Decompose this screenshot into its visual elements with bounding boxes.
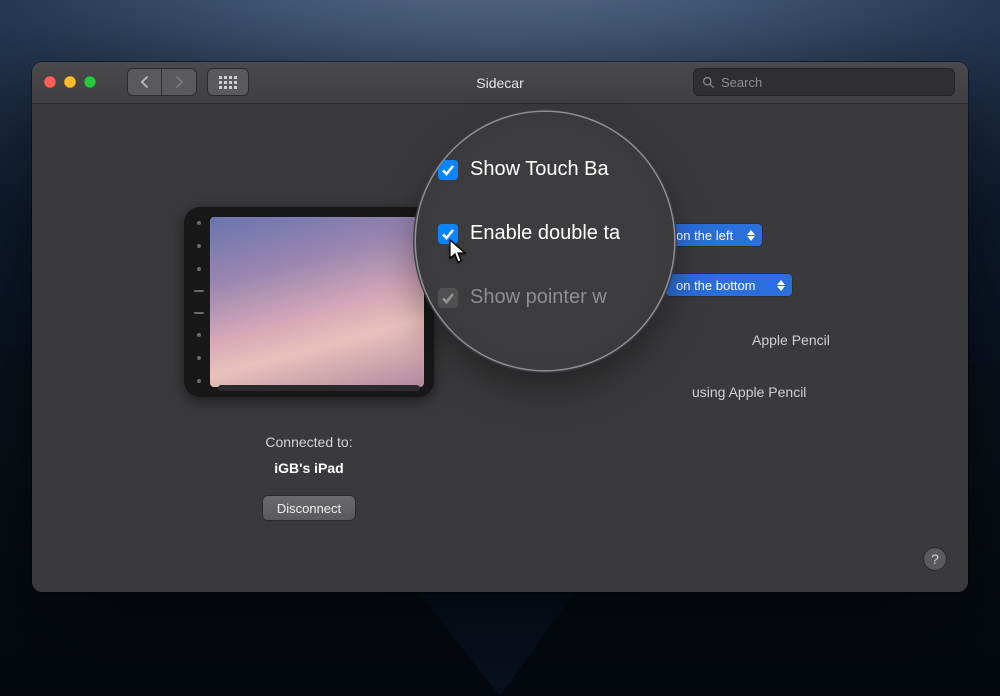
help-button[interactable]: ?: [924, 548, 946, 570]
connection-status: Connected to: iGB's iPad Disconnect: [184, 434, 434, 520]
grid-icon: [219, 76, 237, 89]
minimize-window-button[interactable]: [64, 76, 76, 88]
forward-button[interactable]: [162, 69, 196, 95]
ipad-preview: [184, 207, 434, 397]
chevron-updown-icon: [744, 230, 758, 241]
search-field[interactable]: [694, 69, 954, 95]
show-all-prefs-button[interactable]: [208, 69, 248, 95]
sidebar-position-dropdown[interactable]: on the left: [666, 224, 762, 246]
sidebar-position-value: on the left: [676, 228, 733, 243]
show-touch-bar-label: Show Touch Ba: [470, 158, 609, 181]
connected-to-label: Connected to:: [184, 434, 434, 450]
zoom-window-button[interactable]: [84, 76, 96, 88]
device-name: iGB's iPad: [184, 460, 434, 476]
close-window-button[interactable]: [44, 76, 56, 88]
nav-segmented-control: [128, 69, 196, 95]
show-pointer-option[interactable]: Show pointer w: [438, 286, 664, 309]
using-apple-pencil-text: using Apple Pencil: [692, 384, 806, 400]
checkbox-dimmed[interactable]: [438, 288, 458, 308]
cursor-icon: [448, 238, 468, 264]
titlebar: Sidecar: [32, 62, 968, 104]
show-touch-bar-option[interactable]: Show Touch Ba: [438, 158, 664, 181]
apple-pencil-text: Apple Pencil: [752, 332, 830, 348]
check-icon: [441, 291, 455, 305]
window-controls: [44, 76, 96, 88]
help-icon: ?: [931, 551, 939, 567]
back-button[interactable]: [128, 69, 162, 95]
enable-double-tap-option[interactable]: Enable double ta: [438, 222, 664, 245]
enable-double-tap-label: Enable double ta: [470, 222, 620, 245]
touchbar-position-value: on the bottom: [676, 278, 756, 293]
check-icon: [441, 163, 455, 177]
checkbox-checked[interactable]: [438, 160, 458, 180]
magnifier-lens: Show Touch Ba Enable double ta Show poin…: [416, 112, 674, 370]
search-input[interactable]: [721, 75, 946, 90]
show-pointer-label: Show pointer w: [470, 286, 607, 309]
disconnect-button[interactable]: Disconnect: [263, 496, 355, 520]
chevron-updown-icon: [774, 280, 788, 291]
touchbar-position-dropdown[interactable]: on the bottom: [666, 274, 792, 296]
search-icon: [702, 76, 715, 89]
